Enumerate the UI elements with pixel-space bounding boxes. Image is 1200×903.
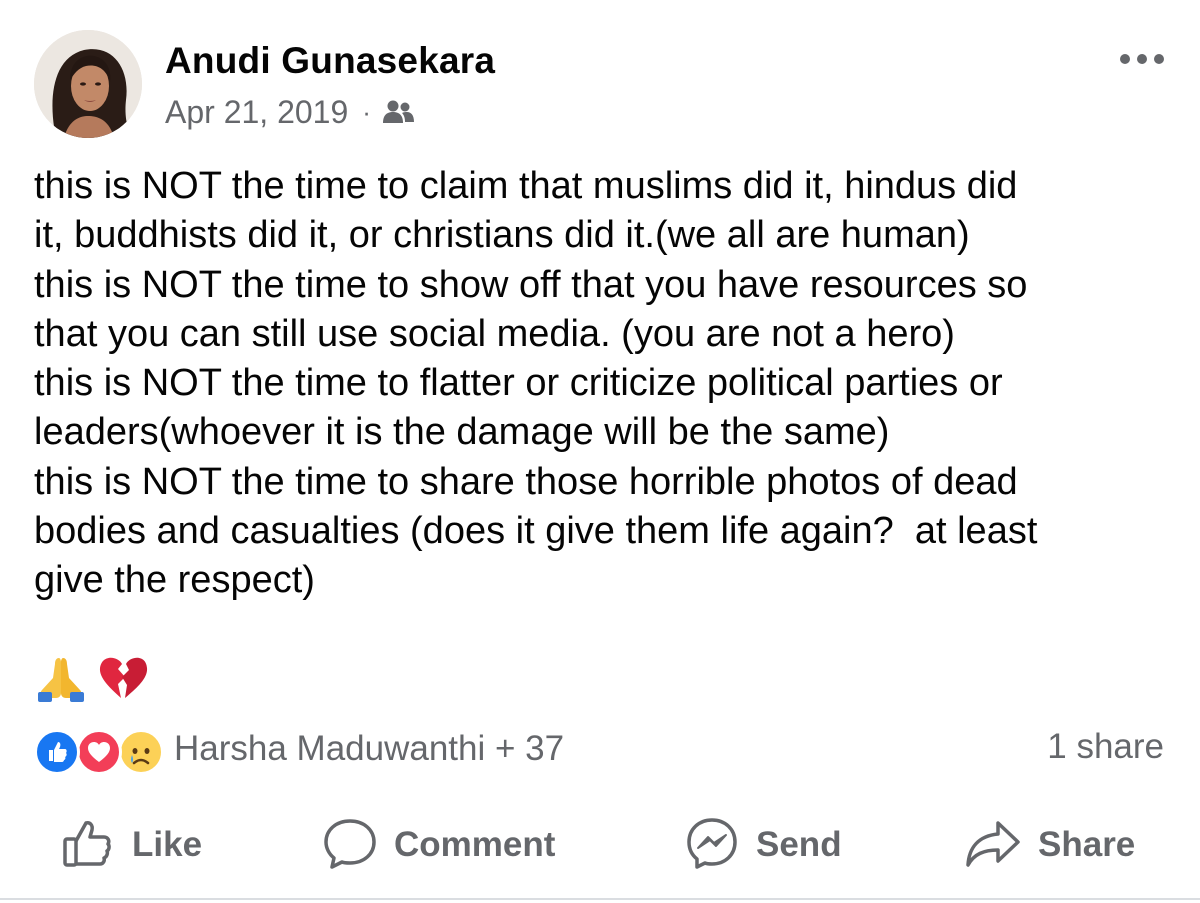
more-dot [1154, 54, 1164, 64]
comment-label: Comment [394, 825, 556, 864]
post-text-line: this is NOT the time to share those horr… [34, 460, 1018, 503]
share-button[interactable]: Share [964, 812, 1135, 878]
post-emojis [34, 652, 150, 707]
reactions-summary[interactable]: Harsha Maduwanthi + 37 [34, 725, 564, 775]
post-text-line: give the respect) [34, 559, 315, 602]
friends-icon[interactable] [381, 99, 415, 125]
sad-reaction-icon [118, 729, 164, 775]
divider [0, 898, 1200, 900]
author-name[interactable]: Anudi Gunasekara [165, 40, 495, 82]
post-text: this is NOT the time to claim that musli… [34, 162, 1174, 606]
reactors-text[interactable]: Harsha Maduwanthi + 37 [174, 729, 564, 769]
send-label: Send [756, 825, 842, 864]
post-date[interactable]: Apr 21, 2019 [165, 94, 348, 131]
broken-heart-emoji [96, 652, 150, 707]
more-dot [1120, 54, 1130, 64]
post-text-line: this is NOT the time to flatter or criti… [34, 362, 1003, 405]
like-button[interactable]: Like [60, 812, 202, 878]
more-options-icon[interactable] [1112, 44, 1172, 74]
post-meta: Apr 21, 2019 · [165, 92, 415, 132]
post-text-line: leaders(whoever it is the damage will be… [34, 411, 890, 454]
action-bar: Like Comment Send Share [0, 812, 1200, 878]
facebook-post: Anudi Gunasekara Apr 21, 2019 · this is … [0, 0, 1200, 903]
share-label: Share [1038, 825, 1136, 864]
author-avatar[interactable] [34, 30, 142, 138]
more-dot [1137, 54, 1147, 64]
post-text-line: it, buddhists did it, or christians did … [34, 214, 970, 257]
post-text-line: bodies and casualties (does it give them… [34, 510, 1038, 553]
post-text-line: that you can still use social media. (yo… [34, 312, 955, 355]
meta-separator: · [362, 96, 371, 127]
messenger-icon [684, 815, 740, 876]
send-button[interactable]: Send [684, 812, 842, 878]
post-text-line: this is NOT the time to claim that musli… [34, 165, 1018, 207]
thumbs-up-icon [60, 815, 116, 876]
like-label: Like [132, 825, 203, 864]
comment-bubble-icon [322, 815, 378, 876]
share-arrow-icon [964, 815, 1022, 876]
praying-hands-emoji [34, 652, 88, 707]
post-text-line: this is NOT the time to show off that yo… [34, 263, 1028, 306]
share-count[interactable]: 1 share [1047, 727, 1164, 767]
like-reaction-icon [34, 729, 80, 775]
reaction-icons[interactable] [34, 727, 170, 775]
love-reaction-icon [76, 729, 122, 775]
comment-button[interactable]: Comment [322, 812, 555, 878]
